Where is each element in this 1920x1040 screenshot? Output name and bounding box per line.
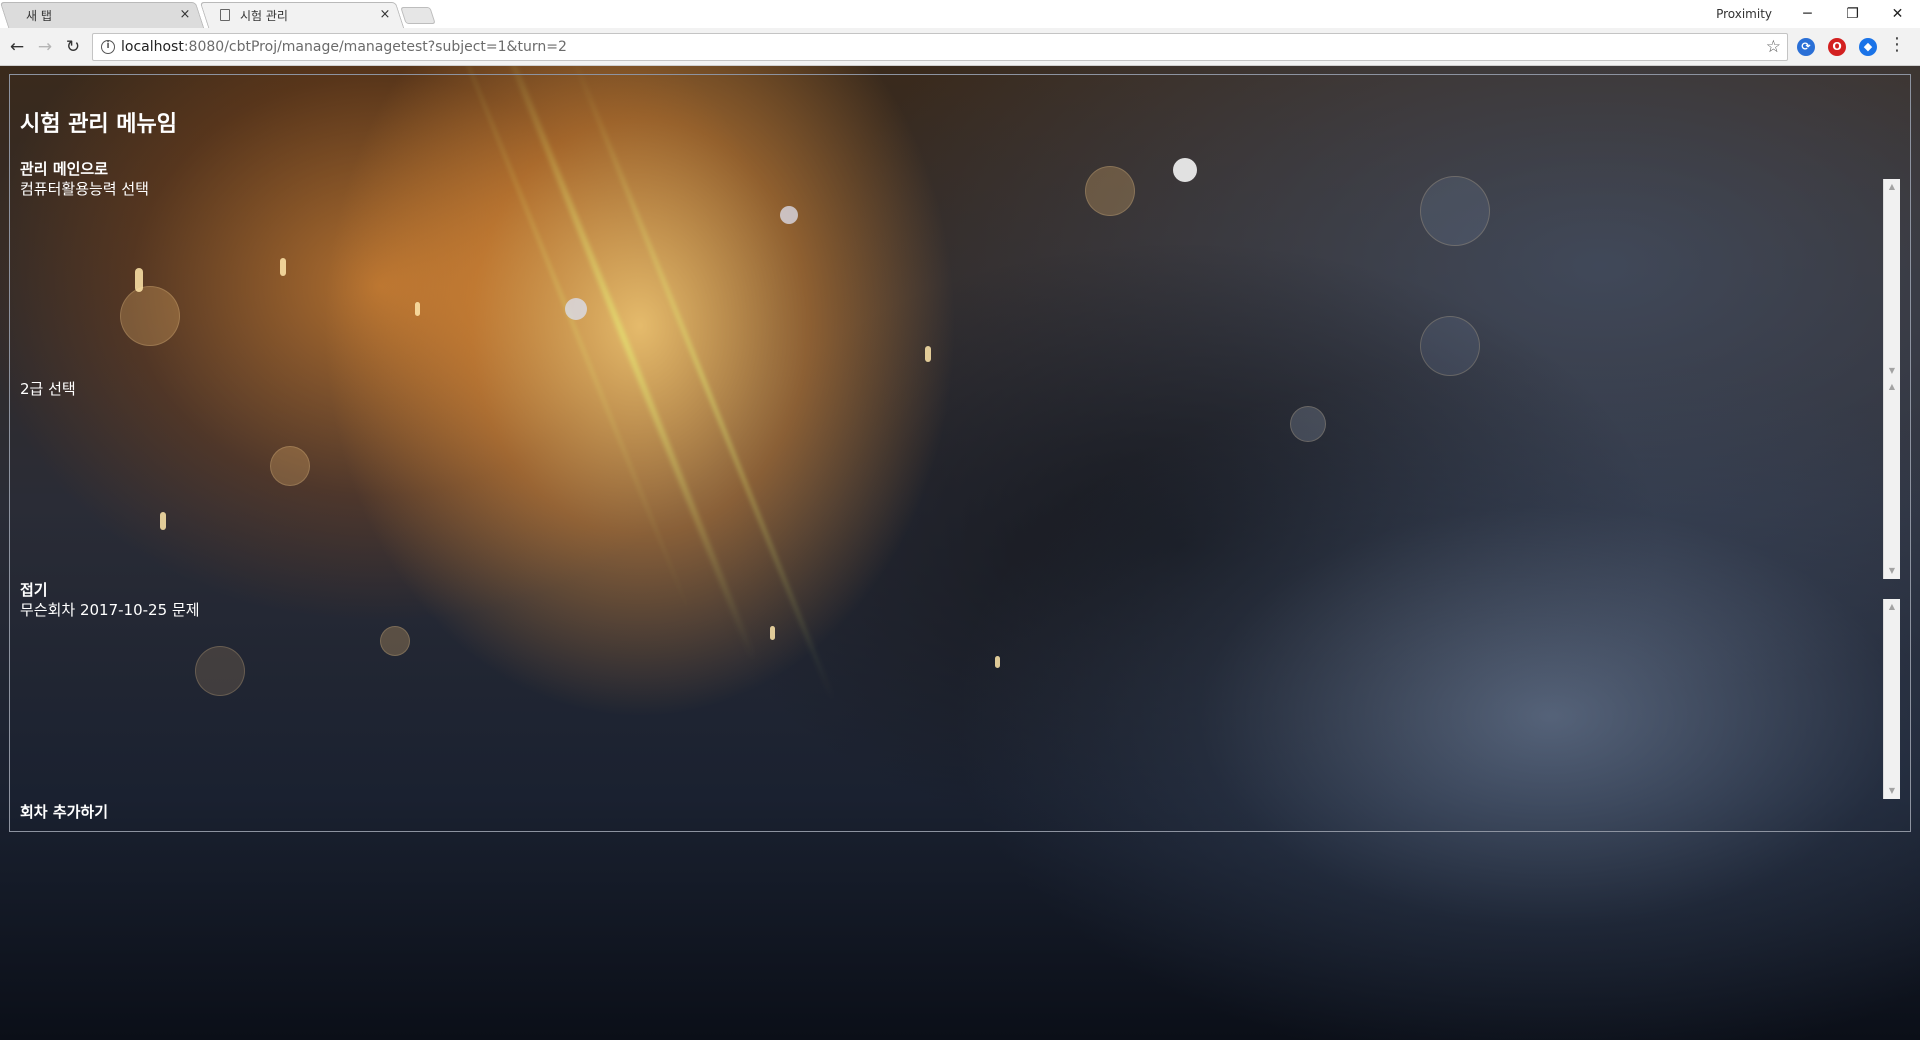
arrow-left-icon[interactable]: ← — [6, 36, 28, 58]
close-icon[interactable]: × — [178, 8, 192, 22]
scrollbar-subject-frame[interactable]: ▲ ▼ — [1883, 179, 1900, 379]
scroll-up-arrow-icon[interactable]: ▲ — [1884, 379, 1900, 395]
extension-sync-icon[interactable]: ⟳ — [1797, 38, 1815, 56]
star-icon[interactable]: ☆ — [1766, 37, 1781, 57]
tab-label: 새 탭 — [26, 8, 52, 23]
scrollbar-turn-frame[interactable]: ▲ ▼ — [1883, 599, 1900, 799]
info-icon[interactable]: i — [101, 40, 115, 54]
scroll-up-arrow-icon[interactable]: ▲ — [1884, 599, 1900, 615]
manage-main-link[interactable]: 관리 메인으로 — [20, 158, 108, 179]
tab-new-tab[interactable]: 새 탭 × — [0, 2, 205, 28]
extension-shield-icon[interactable]: ◆ — [1859, 38, 1877, 56]
reload-icon[interactable]: ↻ — [62, 36, 84, 58]
scrollbar-grade-frame[interactable]: ▲ ▼ — [1883, 379, 1900, 579]
minimize-button[interactable]: ─ — [1785, 0, 1830, 28]
add-turn-link[interactable]: 회차 추가하기 — [20, 801, 108, 822]
close-icon[interactable]: × — [378, 8, 392, 22]
collapse-link[interactable]: 접기 — [20, 579, 48, 600]
page-icon — [220, 9, 230, 21]
grade-select-link[interactable]: 2급 선택 — [20, 378, 76, 399]
url-path: :8080/cbtProj/manage/managetest?subject=… — [183, 39, 567, 55]
tab-exam-manage[interactable]: 시험 관리 × — [199, 2, 405, 28]
three-dots-icon[interactable]: ⋮ — [1888, 34, 1906, 55]
scroll-down-arrow-icon[interactable]: ▼ — [1884, 363, 1900, 379]
page-viewport: 시험 관리 메뉴임 관리 메인으로 컴퓨터활용능력 선택 2급 선택 접기 무슨… — [0, 66, 1920, 1040]
restore-button[interactable]: ❐ — [1830, 0, 1875, 28]
address-bar[interactable]: i localhost:8080/cbtProj/manage/managete… — [92, 33, 1788, 61]
subject-select-link[interactable]: 컴퓨터활용능력 선택 — [20, 178, 149, 199]
profile-name[interactable]: Proximity — [1716, 7, 1772, 21]
tab-background — [199, 2, 405, 28]
page-title: 시험 관리 메뉴임 — [20, 112, 177, 137]
scroll-down-arrow-icon[interactable]: ▼ — [1884, 783, 1900, 799]
browser-toolbar: ← → ↻ i localhost:8080/cbtProj/manage/ma… — [0, 28, 1920, 66]
url-host: localhost — [121, 39, 184, 55]
content-frame — [9, 74, 1911, 832]
scroll-down-arrow-icon[interactable]: ▼ — [1884, 563, 1900, 579]
url-text[interactable]: localhost:8080/cbtProj/manage/managetest… — [121, 39, 567, 55]
new-tab-button[interactable] — [400, 7, 436, 24]
tab-label: 시험 관리 — [240, 8, 288, 23]
scroll-up-arrow-icon[interactable]: ▲ — [1884, 179, 1900, 195]
turn-list-item[interactable]: 무슨회차 2017-10-25 문제 — [20, 599, 200, 620]
extension-opera-icon[interactable]: O — [1828, 38, 1846, 56]
tab-strip: 새 탭 × 시험 관리 × Proximity ─ ❐ ✕ — [0, 0, 1920, 28]
close-window-button[interactable]: ✕ — [1875, 0, 1920, 28]
arrow-right-icon[interactable]: → — [34, 36, 56, 58]
